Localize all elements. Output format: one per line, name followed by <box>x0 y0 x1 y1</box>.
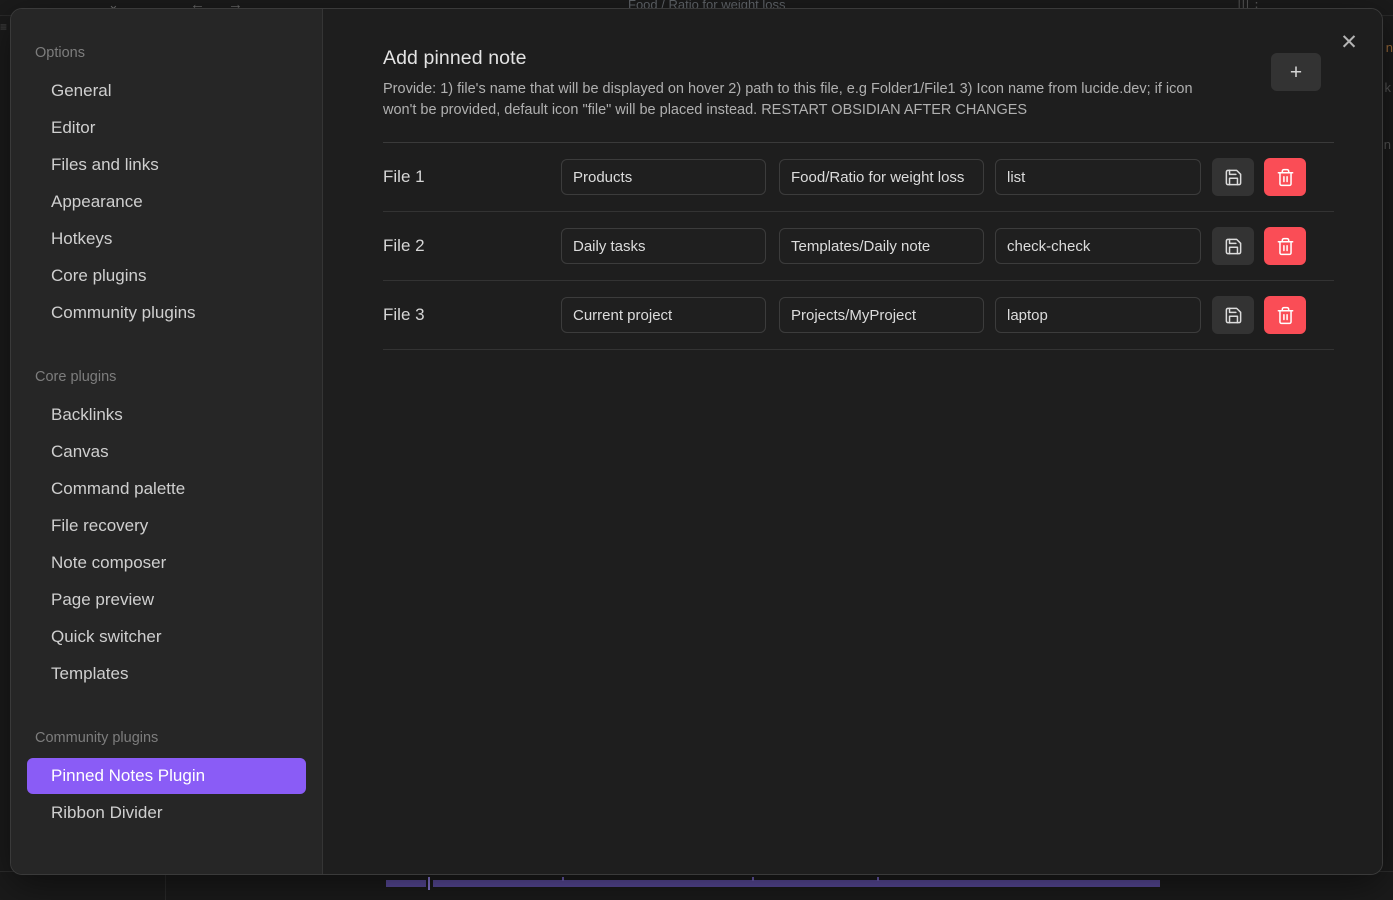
setting-header-text: Add pinned note Provide: 1) file's name … <box>383 47 1228 120</box>
setting-description: Provide: 1) file's name that will be dis… <box>383 81 1193 118</box>
save-floppy-icon <box>1224 237 1243 256</box>
pinned-notes-list: File 1 File 2 File 3 <box>383 143 1334 351</box>
sidebar-item-general[interactable]: General <box>27 73 306 109</box>
pinned-note-name-input[interactable] <box>561 297 766 334</box>
pinned-note-path-input[interactable] <box>779 228 984 265</box>
settings-modal: Options General Editor Files and links Appea… <box>10 8 1383 875</box>
pinned-note-name-input[interactable] <box>561 228 766 265</box>
sidebar-group: Options General Editor Files and links Appea… <box>11 45 322 331</box>
sidebar-group-title: Core plugins <box>35 369 117 385</box>
sidebar-group-title: Community plugins <box>35 730 159 746</box>
sidebar-item-canvas[interactable]: Canvas <box>27 434 306 470</box>
sidebar-item-templates[interactable]: Templates <box>27 656 306 692</box>
delete-button[interactable] <box>1264 227 1306 266</box>
save-button[interactable] <box>1212 158 1254 197</box>
save-button[interactable] <box>1212 227 1254 266</box>
page-title: Add pinned note <box>383 47 527 69</box>
background-text-fragment-2: k <box>1384 80 1392 95</box>
sidebar-item-ribbon-divider[interactable]: Ribbon Divider <box>27 795 306 831</box>
sidebar-item-quick-switcher[interactable]: Quick switcher <box>27 619 306 655</box>
background-selection-block-right <box>433 880 1160 887</box>
setting-header: Add pinned note Provide: 1) file's name … <box>383 47 1334 144</box>
sidebar-item-page-preview[interactable]: Page preview <box>27 582 306 618</box>
pinned-note-icon-input[interactable] <box>995 228 1201 265</box>
sidebar-group: Community plugins Pinned Notes Plugin Ribb… <box>11 730 322 831</box>
delete-button[interactable] <box>1264 296 1306 335</box>
sidebar-item-files-and-links[interactable]: Files and links <box>27 147 306 183</box>
plus-icon: + <box>1289 60 1303 84</box>
sidebar-item-note-composer[interactable]: Note composer <box>27 545 306 581</box>
settings-content-panel: ✕ Add pinned note Provide: 1) file's nam… <box>323 9 1382 874</box>
sidebar-item-appearance[interactable]: Appearance <box>27 184 306 220</box>
sidebar-item-hotkeys[interactable]: Hotkeys <box>27 221 306 257</box>
save-floppy-icon <box>1224 168 1243 187</box>
background-selection-tick <box>877 877 879 881</box>
pinned-note-row-label: File 1 <box>383 167 425 187</box>
pinned-note-name-input[interactable] <box>561 159 766 196</box>
sidebar-item-core-plugins[interactable]: Core plugins <box>27 258 306 294</box>
sidebar-item-backlinks[interactable]: Backlinks <box>27 397 306 433</box>
background-selection-tick <box>562 877 564 881</box>
delete-button[interactable] <box>1264 158 1306 197</box>
trash-icon <box>1276 237 1295 256</box>
trash-icon <box>1276 306 1295 325</box>
background-text-fragment-1: n <box>1385 40 1393 55</box>
pinned-note-icon-input[interactable] <box>995 159 1201 196</box>
settings-sidebar: Options General Editor Files and links Appea… <box>11 9 323 874</box>
background-selection-block-left <box>386 880 426 887</box>
trash-icon <box>1276 168 1295 187</box>
menu-icon[interactable]: ≡ <box>0 21 7 33</box>
save-floppy-icon <box>1224 306 1243 325</box>
pinned-note-icon-input[interactable] <box>995 297 1201 334</box>
background-text-caret <box>428 877 430 890</box>
sidebar-item-community-plugins[interactable]: Community plugins <box>27 295 306 331</box>
sidebar-group-title: Options <box>35 45 85 61</box>
pinned-note-row-label: File 2 <box>383 236 425 256</box>
pinned-note-path-input[interactable] <box>779 297 984 334</box>
pinned-note-path-input[interactable] <box>779 159 984 196</box>
save-button[interactable] <box>1212 296 1254 335</box>
pinned-note-row-label: File 3 <box>383 305 425 325</box>
sidebar-item-file-recovery[interactable]: File recovery <box>27 508 306 544</box>
background-bottom-left-pane <box>0 872 166 900</box>
sidebar-item-pinned-notes-plugin[interactable]: Pinned Notes Plugin <box>27 758 306 794</box>
add-pinned-note-button[interactable]: + <box>1271 53 1321 91</box>
close-icon[interactable]: ✕ <box>1332 25 1366 59</box>
sidebar-item-command-palette[interactable]: Command palette <box>27 471 306 507</box>
sidebar-item-editor[interactable]: Editor <box>27 110 306 146</box>
pinned-note-row: File 1 <box>383 143 1334 213</box>
background-selection-tick <box>752 877 754 881</box>
pinned-note-row: File 2 <box>383 212 1334 282</box>
sidebar-group: Core plugins Backlinks Canvas Command palet… <box>11 369 322 692</box>
pinned-note-row: File 3 <box>383 281 1334 351</box>
background-text-fragment-3: n <box>1383 137 1391 152</box>
